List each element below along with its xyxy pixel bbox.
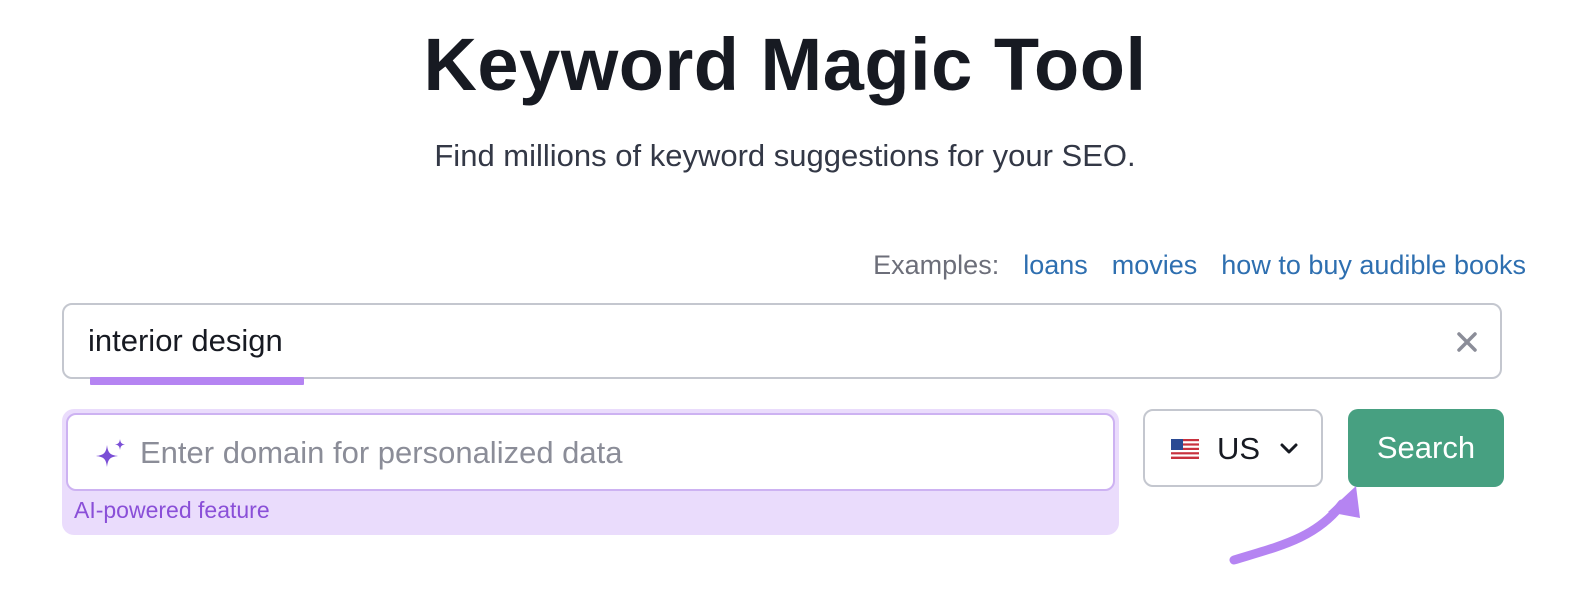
example-link-audible-books[interactable]: how to buy audible books xyxy=(1221,250,1526,281)
example-link-loans[interactable]: loans xyxy=(1023,250,1088,281)
country-code: US xyxy=(1217,431,1261,466)
chevron-down-icon xyxy=(1279,441,1299,457)
examples-row: Examples: loans movies how to buy audibl… xyxy=(873,250,1526,281)
examples-label: Examples: xyxy=(873,250,1000,280)
search-button[interactable]: Search xyxy=(1348,409,1504,487)
us-flag-icon xyxy=(1171,439,1199,459)
ai-feature-label: AI-powered feature xyxy=(74,497,270,523)
pointer-arrow-annotation xyxy=(1229,486,1360,565)
domain-input-box xyxy=(66,413,1115,491)
sparkle-icon xyxy=(94,437,128,471)
domain-input[interactable] xyxy=(140,431,1090,475)
example-link-movies[interactable]: movies xyxy=(1112,250,1198,281)
keyword-input[interactable] xyxy=(88,319,1428,363)
country-select[interactable]: US xyxy=(1143,409,1323,487)
page-subtitle: Find millions of keyword suggestions for… xyxy=(434,138,1136,173)
keyword-input-box xyxy=(62,303,1502,385)
keyword-highlight-underline xyxy=(90,377,304,385)
page-title: Keyword Magic Tool xyxy=(423,23,1147,106)
close-icon[interactable] xyxy=(1450,325,1484,359)
ai-domain-panel: AI-powered feature xyxy=(62,409,1119,535)
